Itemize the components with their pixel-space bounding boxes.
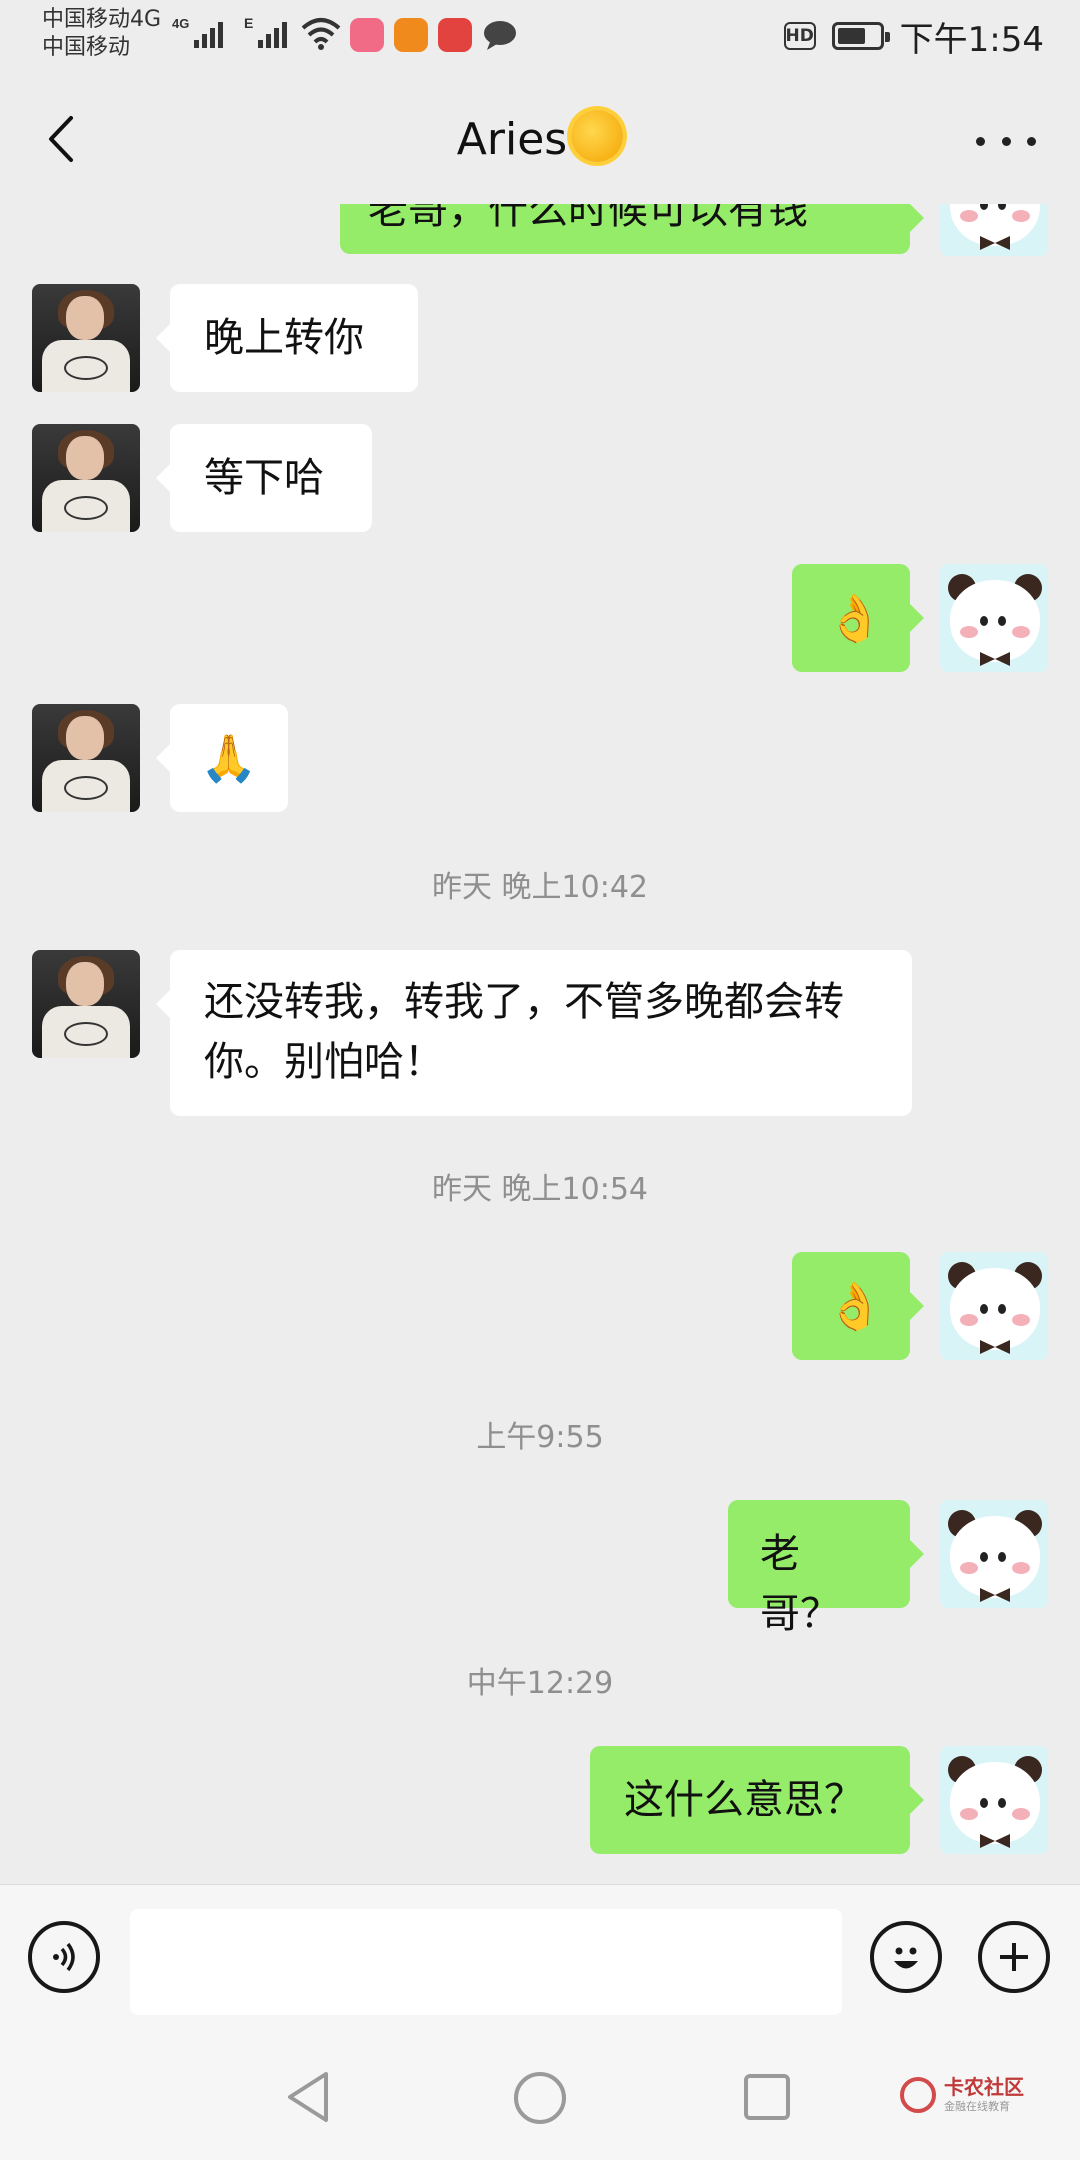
message-bubble-in[interactable]: 晚上转你 <box>156 284 418 392</box>
status-time: 下午1:54 <box>899 19 1044 60</box>
carrier-info: 中国移动4G 中国移动 <box>42 6 161 62</box>
chat-messages[interactable]: 老哥，什么时候可以有钱 晚上转你 等下哈 👌 🙏 昨天 晚上10:42 还没转我… <box>0 204 1080 1884</box>
message-text: 这什么意思？ <box>624 1777 864 1823</box>
red-book-icon <box>438 18 472 52</box>
timestamp: 昨天 晚上10:42 <box>432 870 648 905</box>
nav-back-triangle-icon[interactable] <box>284 2070 332 2124</box>
input-bar <box>0 1884 1080 2021</box>
watermark-name: 卡农社区 <box>944 2075 1024 2099</box>
svg-text:E: E <box>244 15 253 31</box>
carrier-line-2: 中国移动 <box>42 35 131 60</box>
emoji-button[interactable] <box>870 1921 942 1993</box>
avatar-contact[interactable] <box>32 950 140 1058</box>
message-bubble-out[interactable]: 老哥？ <box>728 1500 924 1637</box>
avatar-contact[interactable] <box>32 284 140 392</box>
chat-bubble-icon <box>484 21 516 50</box>
watermark-logo-icon <box>900 2077 936 2113</box>
more-dot <box>1001 136 1011 146</box>
message-text: 等下哈 <box>204 455 324 501</box>
watermark: 卡农社区 金融在线教育 <box>900 2076 1024 2114</box>
voice-icon <box>53 1942 75 1972</box>
orange-app-icon <box>394 18 428 52</box>
wifi-icon <box>301 18 341 50</box>
avatar-contact[interactable] <box>32 424 140 532</box>
nav-recent-square-icon[interactable] <box>742 2072 792 2122</box>
timestamp: 昨天 晚上10:54 <box>432 1172 648 1207</box>
message-text: 老哥？ <box>760 1531 840 1637</box>
avatar-me[interactable] <box>940 1746 1048 1854</box>
signal-4g-icon: 4G <box>172 16 223 48</box>
message-input[interactable] <box>130 1909 842 2015</box>
pink-app-icon <box>350 18 384 52</box>
avatar-me[interactable] <box>940 1500 1048 1608</box>
sun-face-emoji-icon <box>571 110 624 162</box>
message-bubble-out[interactable]: 老哥，什么时候可以有钱 <box>340 204 924 254</box>
carrier-line-1: 中国移动4G <box>42 7 162 32</box>
message-bubble-in[interactable]: 🙏 <box>156 704 288 812</box>
message-bubble-out[interactable]: 👌 <box>792 564 924 672</box>
chat-title: Aries <box>0 110 1080 165</box>
plus-icon <box>1000 1943 1028 1971</box>
ok-hand-emoji: 👌 <box>826 591 884 645</box>
chat-header: Aries <box>0 74 1080 204</box>
message-text: 还没转我，转我了，不管多晚都会转你。别怕哈！ <box>204 979 844 1085</box>
timestamp: 上午9:55 <box>476 1420 604 1455</box>
status-bar: 中国移动4G 中国移动 4G E HD 下午1:54 <box>0 0 1080 74</box>
avatar-me[interactable] <box>940 564 1048 672</box>
ok-hand-emoji: 👌 <box>826 1279 884 1333</box>
message-bubble-out[interactable]: 👌 <box>792 1252 924 1360</box>
more-dot <box>976 136 985 146</box>
watermark-subtitle: 金融在线教育 <box>944 2100 1010 2113</box>
battery-icon <box>831 22 890 50</box>
more-dot <box>1027 136 1036 146</box>
avatar-me[interactable] <box>940 204 1048 256</box>
plus-button[interactable] <box>978 1921 1050 1993</box>
avatar-me[interactable] <box>940 1252 1048 1360</box>
hd-badge: HD <box>783 22 816 50</box>
emoji-smile-icon <box>894 1947 918 1969</box>
more-button[interactable] <box>976 116 1036 166</box>
folded-hands-emoji: 🙏 <box>200 731 258 785</box>
voice-button[interactable] <box>28 1921 100 1993</box>
nav-home-circle-icon[interactable] <box>512 2070 568 2126</box>
contact-name: Aries <box>456 114 568 165</box>
message-bubble-in[interactable]: 还没转我，转我了，不管多晚都会转你。别怕哈！ <box>156 950 912 1116</box>
signal-e-icon: E <box>244 15 287 48</box>
message-bubble-in[interactable]: 等下哈 <box>156 424 372 532</box>
system-nav-bar: 卡农社区 金融在线教育 <box>0 2020 1080 2160</box>
avatar-contact[interactable] <box>32 704 140 812</box>
message-text: 老哥，什么时候可以有钱 <box>368 204 808 233</box>
message-text: 晚上转你 <box>204 315 364 361</box>
timestamp: 中午12:29 <box>466 1666 614 1701</box>
message-bubble-out[interactable]: 这什么意思？ <box>590 1746 924 1854</box>
svg-text:4G: 4G <box>172 16 189 31</box>
